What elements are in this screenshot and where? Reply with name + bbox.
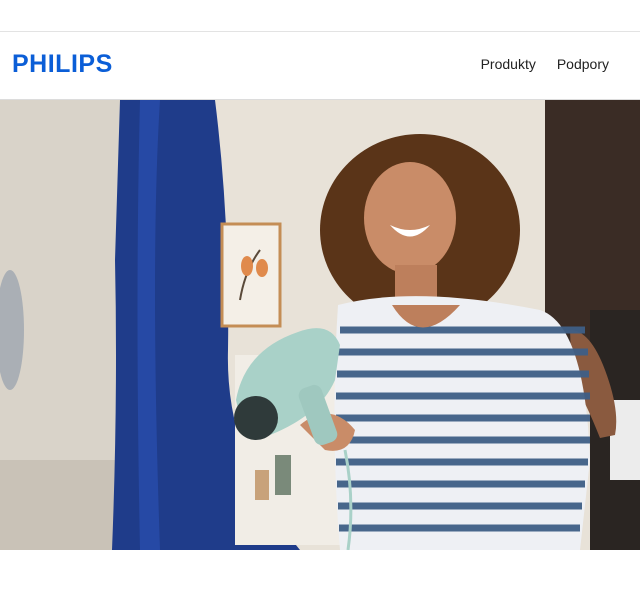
face [364,162,456,274]
page-below-hero [0,550,640,600]
nav-item-podpory[interactable]: Podpory [557,56,609,72]
site-header: PHILIPS Produkty Podpory [0,32,640,100]
philips-logo[interactable]: PHILIPS [12,50,113,79]
nav-item-produkty[interactable]: Produkty [481,56,536,72]
wall-frame [220,222,282,328]
hero-image [0,100,640,550]
browser-top-strip [0,0,640,32]
striped-shirt [334,296,590,550]
hero-photo-illustration [0,100,640,550]
main-nav: Produkty Podpory [481,56,609,72]
